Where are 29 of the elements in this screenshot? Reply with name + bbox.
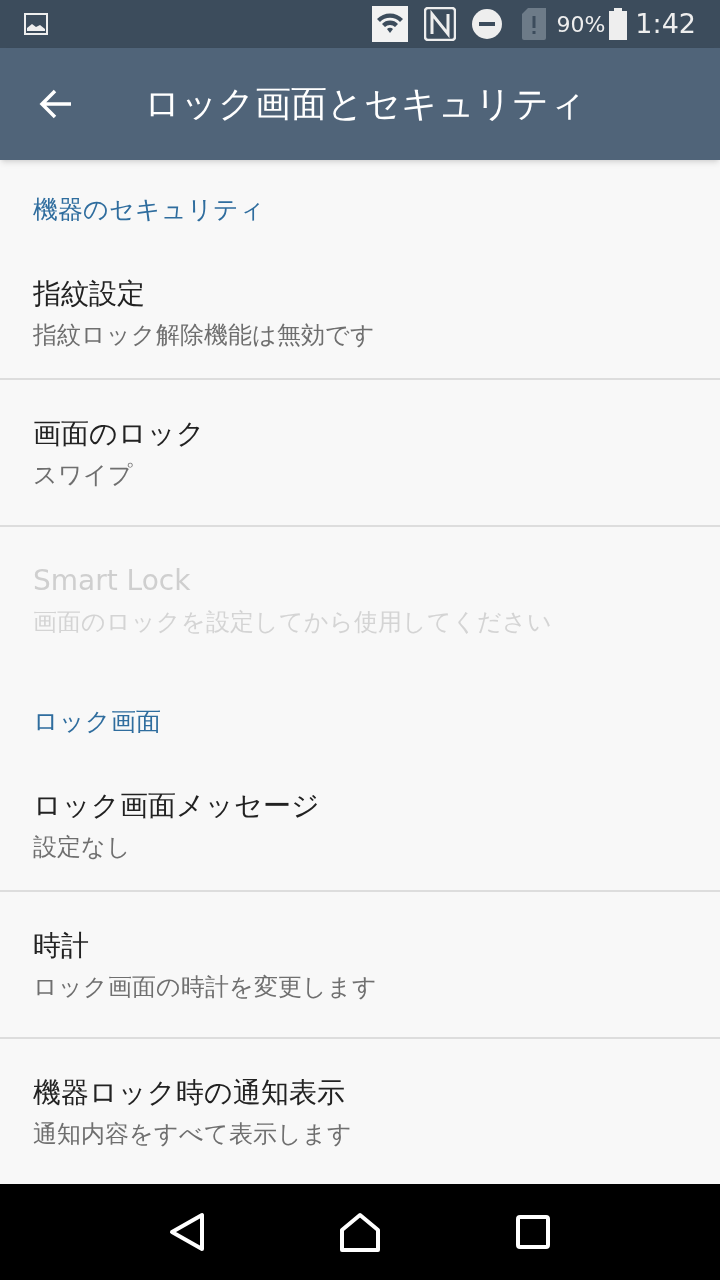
item-summary: ロック画面の時計を変更します	[33, 971, 378, 1003]
nfc-icon	[424, 7, 457, 41]
home-icon	[339, 1212, 381, 1252]
item-summary: 指紋ロック解除機能は無効です	[33, 320, 376, 351]
item-title: ロック画面メッセージ	[33, 788, 321, 824]
section-header: 機器のセキュリティ	[33, 193, 265, 226]
item-title: 指紋設定	[33, 276, 146, 312]
image-icon	[24, 13, 48, 35]
settings-item[interactable]: 指紋設定 指紋ロック解除機能は無効です	[0, 248, 720, 378]
item-summary: スワイプ	[33, 459, 134, 491]
settings-item[interactable]: 時計 ロック画面の時計を変更します	[0, 890, 720, 1037]
do-not-disturb-icon	[472, 9, 503, 39]
battery-icon	[609, 8, 628, 40]
wifi-icon	[372, 6, 409, 42]
square-icon	[516, 1215, 551, 1249]
settings-item[interactable]: 画面のロック スワイプ	[0, 378, 720, 525]
item-title: 機器ロック時の通知表示	[33, 1074, 346, 1111]
settings-item[interactable]: ロック画面メッセージ 設定なし	[0, 760, 720, 890]
item-title: 時計	[33, 927, 90, 964]
back-triangle-icon	[168, 1212, 205, 1252]
item-summary: 設定なし	[33, 832, 132, 863]
section-header: ロック画面	[33, 705, 161, 738]
back-arrow-icon	[39, 88, 73, 120]
item-title: 画面のロック	[33, 415, 206, 452]
item-summary: 通知内容をすべて表示します	[33, 1118, 353, 1150]
screen-title: ロック画面とセキュリティ	[144, 82, 586, 126]
battery-percentage: 90%	[556, 10, 606, 39]
clock: 1:42	[635, 6, 696, 41]
sim-alert-icon	[522, 8, 547, 40]
